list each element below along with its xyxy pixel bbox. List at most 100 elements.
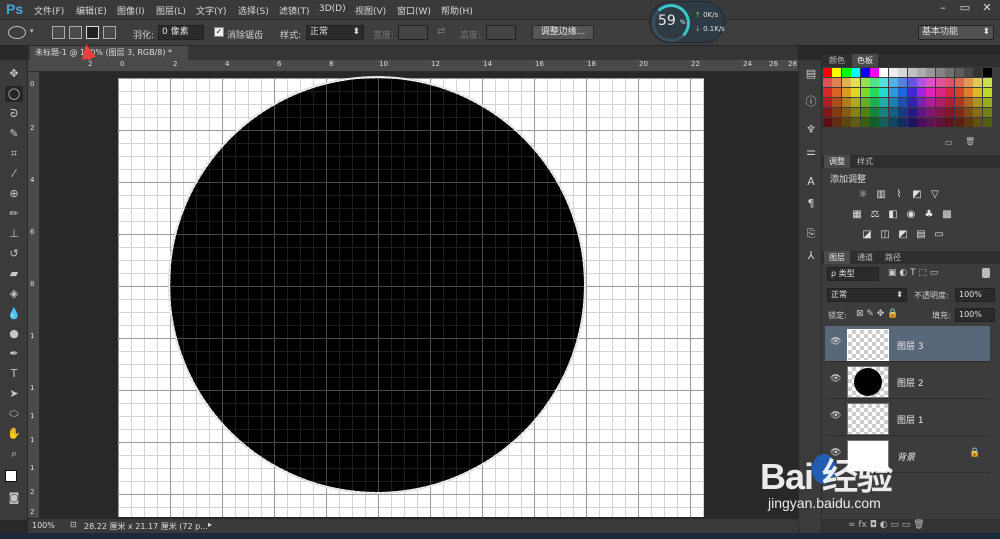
color-swatch[interactable] (898, 108, 908, 117)
menu-filter[interactable]: 滤镜(T) (279, 4, 310, 17)
color-balance-icon[interactable]: ⚖ (868, 209, 882, 221)
eyedropper-tool-icon[interactable]: ⁄ (5, 166, 23, 182)
swatch-grid[interactable] (823, 68, 993, 130)
clone-source-icon[interactable]: ⎘ (803, 226, 819, 242)
tab-channels[interactable]: 通道 (852, 251, 878, 264)
tool-presets-icon[interactable]: ⚌ (803, 144, 819, 160)
close-button[interactable]: ✕ (976, 0, 998, 16)
color-swatch[interactable] (907, 68, 917, 77)
tab-color[interactable]: 颜色 (824, 54, 850, 67)
menu-select[interactable]: 选择(S) (238, 4, 269, 17)
color-swatch[interactable] (964, 108, 973, 117)
color-swatch[interactable] (860, 78, 870, 87)
color-swatch[interactable] (907, 78, 917, 87)
color-swatch[interactable] (917, 68, 926, 77)
color-swatch[interactable] (870, 68, 879, 77)
color-swatch[interactable] (935, 78, 945, 87)
quick-select-tool-icon[interactable]: ✎ (5, 126, 23, 142)
height-input[interactable] (486, 25, 516, 40)
color-swatch[interactable] (879, 78, 889, 87)
color-swatch[interactable] (982, 78, 992, 87)
delete-swatch-icon[interactable]: 🗑 (965, 137, 975, 146)
antialias-checkbox[interactable]: ✓ (214, 27, 224, 37)
color-swatch[interactable] (851, 108, 861, 117)
menu-help[interactable]: 帮助(H) (441, 4, 473, 17)
color-swatch[interactable] (926, 98, 936, 107)
color-swatch[interactable] (907, 108, 917, 117)
color-swatch[interactable] (982, 118, 992, 127)
color-swatch[interactable] (898, 78, 908, 87)
color-swatch[interactable] (879, 88, 889, 97)
color-swatch[interactable] (888, 88, 898, 97)
color-swatch[interactable] (954, 98, 964, 107)
clone-stamp-tool-icon[interactable]: ⊥ (5, 226, 23, 242)
type-tool-icon[interactable]: T (5, 366, 23, 382)
info-panel-icon[interactable]: ⓘ (803, 94, 819, 110)
feather-input[interactable]: 0 像素 (158, 25, 204, 40)
color-swatch[interactable] (954, 78, 964, 87)
posterize-icon[interactable]: ◫ (878, 229, 892, 241)
brush-panel-icon[interactable]: ♆ (803, 122, 819, 138)
layer-actions-icons[interactable]: ∞ fx ◘ ◐ ▭ ▭ 🗑 (848, 520, 925, 530)
color-swatch[interactable] (982, 88, 992, 97)
curves-icon[interactable]: ⌇ (892, 189, 906, 201)
hand-tool-icon[interactable]: ✋ (5, 426, 23, 442)
eraser-tool-icon[interactable]: ▰ (5, 266, 23, 282)
color-swatch[interactable] (832, 118, 842, 127)
color-swatch[interactable] (917, 118, 926, 127)
color-swatch[interactable] (964, 68, 973, 77)
visibility-eye-icon[interactable]: 👁 (830, 337, 841, 347)
chevron-down-icon[interactable]: ▾ (30, 27, 34, 35)
expand-arrow-icon[interactable]: ▸ (208, 520, 212, 529)
color-swatch[interactable] (823, 68, 832, 77)
color-swatch[interactable] (945, 98, 955, 107)
color-swatch[interactable] (898, 68, 908, 77)
fill-input[interactable]: 100% (955, 308, 995, 322)
color-swatch[interactable] (851, 88, 861, 97)
pen-tool-icon[interactable]: ✒ (5, 346, 23, 362)
color-swatch[interactable] (870, 88, 879, 97)
color-swatch[interactable] (935, 88, 945, 97)
color-swatch[interactable] (832, 78, 842, 87)
color-swatch[interactable] (935, 108, 945, 117)
color-swatch[interactable] (964, 98, 973, 107)
color-swatch[interactable] (870, 78, 879, 87)
color-swatch[interactable] (954, 68, 964, 77)
color-swatch[interactable] (841, 98, 851, 107)
color-swatch[interactable] (851, 98, 861, 107)
color-swatch[interactable] (954, 118, 964, 127)
zoom-level[interactable]: 100% (32, 521, 55, 530)
dodge-tool-icon[interactable]: ● (5, 326, 23, 342)
blend-mode-select[interactable]: 正常 ⬍ (827, 288, 907, 302)
crop-tool-icon[interactable]: ⌗ (5, 146, 23, 162)
color-swatch[interactable] (945, 88, 955, 97)
menu-edit[interactable]: 编辑(E) (76, 4, 107, 17)
color-swatch[interactable] (888, 118, 898, 127)
minimize-button[interactable]: – (932, 0, 954, 16)
color-swatch[interactable] (823, 108, 832, 117)
move-tool-icon[interactable]: ✥ (5, 66, 23, 82)
color-swatch[interactable] (841, 88, 851, 97)
color-swatch[interactable] (935, 118, 945, 127)
color-swatch[interactable] (907, 98, 917, 107)
workspace-select[interactable]: 基本功能 ⬍ (918, 25, 994, 40)
color-swatch[interactable] (926, 118, 936, 127)
new-swatch-icon[interactable]: ▭ (945, 138, 953, 147)
menu-window[interactable]: 窗口(W) (397, 4, 431, 17)
color-swatch[interactable] (973, 118, 983, 127)
color-swatch[interactable] (851, 68, 861, 77)
color-swatch[interactable] (926, 78, 936, 87)
foreground-color-swatch[interactable] (5, 470, 17, 482)
color-swatch[interactable] (823, 78, 832, 87)
color-swatch[interactable] (879, 108, 889, 117)
color-swatch[interactable] (935, 68, 945, 77)
color-swatch[interactable] (982, 98, 992, 107)
shape-tool-icon[interactable]: ⬭ (5, 406, 23, 422)
color-swatch[interactable] (973, 68, 983, 77)
color-swatch[interactable] (973, 108, 983, 117)
color-swatch[interactable] (926, 88, 936, 97)
quick-mask-icon[interactable]: ◙ (5, 490, 23, 506)
color-swatch[interactable] (898, 118, 908, 127)
brightness-icon[interactable]: ☼ (856, 189, 870, 201)
color-swatch[interactable] (841, 118, 851, 127)
